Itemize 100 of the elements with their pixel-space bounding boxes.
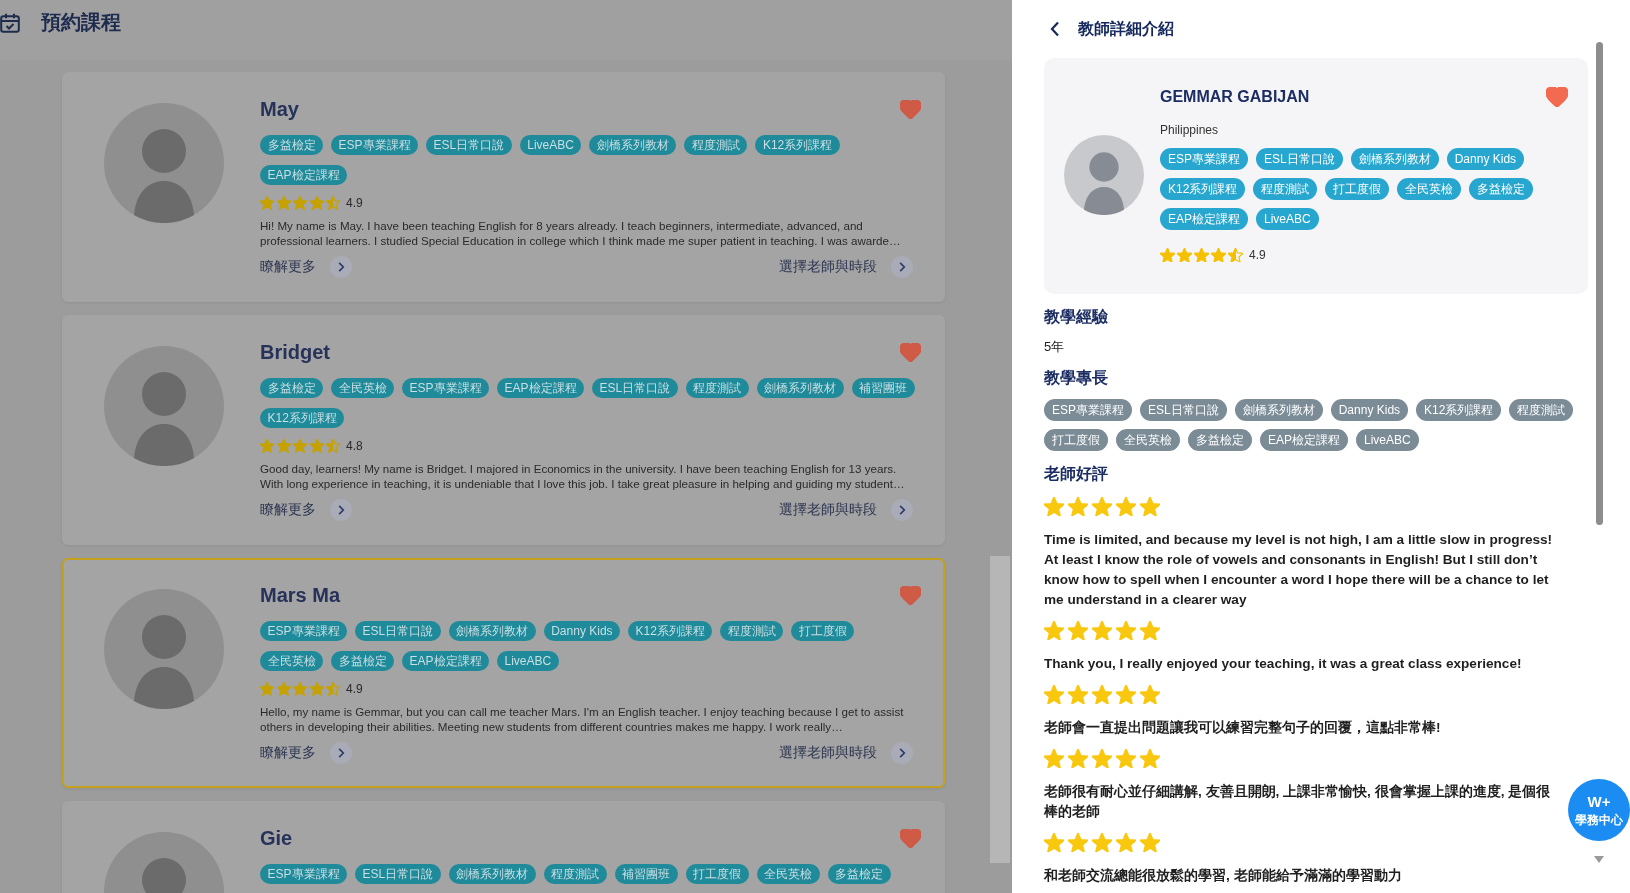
learn-more-link[interactable]: 瞭解更多 — [260, 742, 352, 764]
course-tag: 多益檢定 — [260, 378, 323, 398]
rating-value: 4.9 — [346, 196, 363, 210]
chevron-right-icon — [891, 499, 913, 521]
star-icon — [1140, 749, 1160, 768]
chevron-right-icon — [330, 499, 352, 521]
star-icon — [1044, 685, 1064, 704]
star-icon — [309, 439, 324, 453]
course-tag: 補習團班 — [851, 378, 915, 398]
review-text: Thank you, I really enjoyed your teaching, it was a great class experience! — [1044, 655, 1523, 673]
chevron-right-icon — [891, 742, 913, 764]
course-tag: K12系列課程 — [260, 408, 345, 428]
course-tag: ESP專業課程 — [331, 135, 418, 155]
heart-icon[interactable] — [900, 585, 921, 605]
teacher-intro: Hello, my name is Gemmar, but you can call me teacher Mars. I'm an English teacher. I enjoy teaching because I get to assist others in developing their abilities. Meeting new students from different countries makes me happy. I work really… — [260, 704, 905, 734]
star-icon — [1116, 833, 1136, 852]
star-icon — [1140, 621, 1160, 640]
course-tag: 劍橋系列教材 — [589, 135, 677, 155]
back-button[interactable] — [1050, 19, 1060, 39]
star-icon — [1044, 497, 1064, 516]
choose-teacher-link[interactable]: 選擇老師與時段 — [779, 742, 913, 764]
teacher-intro: Good day, learners! My name is Bridget. I majored in Economics in the university. I have been teaching English for 13 years. With long experience in teaching, it is undeniable that I love this job. I take great pleasure in helping and guiding my student… — [260, 461, 906, 491]
teacher-card[interactable] — [62, 315, 945, 545]
course-tag: ESL日常口說 — [1256, 148, 1343, 170]
heart-icon[interactable] — [900, 342, 921, 362]
review-text: 和老師交流總能很放鬆的學習, 老師能給予滿滿的學習動力 — [1044, 867, 1403, 885]
course-tag: ESP專業課程 — [1160, 148, 1248, 170]
course-tag: 打工度假 — [791, 621, 855, 641]
heart-icon[interactable] — [900, 99, 921, 119]
choose-teacher-link[interactable]: 選擇老師與時段 — [779, 499, 913, 521]
chevron-right-icon — [330, 742, 352, 764]
course-tag: 多益檢定 — [260, 135, 323, 155]
star-icon — [1044, 621, 1064, 640]
course-tag: 全民英檢 — [756, 864, 820, 884]
star-icon — [293, 682, 307, 696]
star-icon — [1068, 621, 1088, 640]
star-icon — [326, 682, 340, 696]
calendar-icon — [0, 13, 20, 33]
course-tag: Danny Kids — [1446, 148, 1525, 170]
course-tag: ESL日常口說 — [426, 135, 512, 155]
expertise-tag: 多益檢定 — [1188, 429, 1252, 451]
teacher-card[interactable]: Gie ESP專業課程 ESL日常口說 劍橋系列教材 程度測試 補習團班 打工度假 全民英檢 多益檢定 — [62, 801, 945, 893]
star-icon — [1116, 621, 1136, 640]
review-text: 老師很有耐心並仔細講解, 友善且開朗, 上課非常愉快, 很會掌握上課的進度, 是個很棒的老師 — [1044, 783, 1552, 821]
teacher-card[interactable] — [62, 72, 945, 302]
course-tag: 程度測試 — [720, 621, 784, 641]
star-icon — [1140, 833, 1160, 852]
scroll-down-icon[interactable] — [1594, 856, 1604, 863]
course-tag: K12系列課程 — [1160, 178, 1246, 200]
course-tag: LiveABC — [1256, 208, 1319, 230]
course-tag: 多益檢定 — [331, 651, 394, 671]
course-tag: ESL日常口說 — [355, 864, 441, 884]
page-title: 預約課程 — [41, 10, 121, 34]
star-icon — [1068, 749, 1088, 768]
course-tag: ESP專業課程 — [260, 864, 347, 884]
course-tag: EAP檢定課程 — [260, 165, 347, 185]
course-tag: EAP檢定課程 — [402, 651, 489, 671]
star-icon — [1068, 497, 1088, 516]
section-heading: 教學專長 — [1044, 368, 1109, 388]
course-tag: ESP專業課程 — [260, 621, 347, 641]
teacher-name: May — [260, 97, 299, 122]
expertise-tag: 全民英檢 — [1116, 429, 1180, 451]
star-icon — [293, 439, 307, 453]
course-tag: ESL日常口說 — [355, 621, 441, 641]
expertise-tag: LiveABC — [1356, 429, 1419, 451]
teacher-name: Gie — [260, 826, 293, 851]
heart-icon[interactable] — [900, 828, 921, 848]
heart-icon[interactable] — [1546, 87, 1568, 107]
star-icon — [1092, 621, 1112, 640]
star-icon — [1092, 497, 1112, 516]
expertise-tag: 程度測試 — [1509, 399, 1574, 421]
star-icon — [309, 196, 324, 210]
teacher-name: Bridget — [260, 340, 330, 365]
star-icon — [1177, 247, 1192, 263]
teacher-card[interactable] — [62, 558, 945, 788]
course-tag: 打工度假 — [1325, 178, 1390, 200]
teacher-name: GEMMAR GABIJAN — [1160, 88, 1310, 106]
rating-value: 4.9 — [1249, 248, 1266, 262]
rating-value: 4.8 — [346, 439, 363, 453]
star-icon — [260, 439, 274, 453]
course-tag: LiveABC — [497, 651, 559, 671]
course-tag: ESL日常口說 — [592, 378, 678, 398]
course-tag: LiveABC — [519, 135, 582, 155]
star-icon — [260, 682, 274, 696]
star-icon — [326, 439, 340, 453]
learn-more-link[interactable]: 瞭解更多 — [260, 499, 352, 521]
review-text: Time is limited, and because my level is not high, I am a little slow in progress! At least I know the role of vowels and consonants in English! But I still don’t know how to spell when I encounter a word I hope there will be a chance to let me understand in a clearer way — [1044, 531, 1554, 609]
expertise-tag: ESL日常口說 — [1140, 399, 1227, 421]
star-icon — [309, 682, 324, 696]
course-tag: 多益檢定 — [827, 864, 891, 884]
star-icon — [1092, 833, 1112, 852]
star-icon — [260, 196, 274, 210]
section-heading: 教學經驗 — [1044, 307, 1109, 327]
star-icon — [1228, 247, 1243, 263]
course-tag: 打工度假 — [685, 864, 749, 884]
scrollbar-thumb[interactable] — [1595, 42, 1603, 525]
learn-more-link[interactable]: 瞭解更多 — [260, 256, 352, 278]
star-icon — [1068, 833, 1088, 852]
choose-teacher-link[interactable]: 選擇老師與時段 — [779, 256, 913, 278]
star-icon — [1194, 247, 1209, 263]
